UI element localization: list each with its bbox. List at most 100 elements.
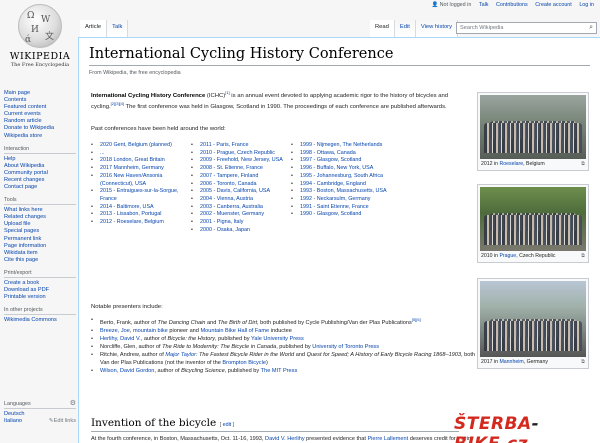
- citation-5-6[interactable]: [5][6]: [412, 317, 421, 322]
- link-roeselare[interactable]: Roeselare: [499, 161, 523, 167]
- list-item: • 1993 - Boston, Massachusetts, USA: [291, 188, 387, 195]
- talk-link[interactable]: Talk: [479, 2, 489, 8]
- search-input[interactable]: Search Wikipedia ⌕: [456, 22, 597, 34]
- link-yale-press[interactable]: Yale University Press: [251, 336, 304, 342]
- enlarge-icon[interactable]: ⧉: [581, 253, 585, 260]
- thumbnail-caption: 2010 in Prague, Czech Republic ⧉: [481, 253, 585, 260]
- list-item: • Wilson, David Gordon, author of Bicycli…: [91, 368, 298, 375]
- languages-panel: Languages ⚙ Deutsch Italiano ✎Edit links: [4, 400, 76, 425]
- sidebar-item-related-changes[interactable]: Related changes: [4, 214, 76, 221]
- thumbnail-2012: 2012 in Roeselare, Belgium ⧉: [477, 92, 589, 171]
- list-item: • Ritchie, Andrew, author of Major Taylor…: [91, 352, 508, 367]
- sidebar-item-help[interactable]: Help: [4, 156, 76, 163]
- sidebar-item-main-page[interactable]: Main page: [4, 90, 76, 97]
- tab-read[interactable]: Read: [370, 20, 395, 37]
- link-mit-press[interactable]: The MIT Press: [261, 368, 298, 374]
- edit-links-link[interactable]: ✎Edit links: [49, 418, 76, 425]
- puzzle-globe-icon: ΩWИ文ά: [18, 4, 62, 48]
- list-item: • 2002 - Muenster, Germany: [191, 211, 265, 218]
- sidebar-item-create-book[interactable]: Create a book: [4, 280, 76, 287]
- sidebar-item-about[interactable]: About Wikipedia: [4, 163, 76, 170]
- notable-presenters-heading: Notable presenters include:: [91, 304, 163, 310]
- sidebar-item-random[interactable]: Random article: [4, 118, 76, 125]
- search-icon[interactable]: ⌕: [589, 24, 593, 32]
- link-david-gordon-wilson[interactable]: Wilson, David Gordon: [100, 368, 154, 374]
- link-lallement[interactable]: Pierre Lallement: [367, 436, 408, 442]
- past-conferences-heading: Past conferences have been held around t…: [91, 126, 226, 132]
- link-herlihy[interactable]: Herlihy, David V.: [100, 336, 141, 342]
- personal-tools: 👤Not logged in Talk Contributions Create…: [426, 2, 594, 8]
- page-title: International Cycling History Conference: [89, 46, 590, 66]
- tab-article[interactable]: Article: [80, 20, 108, 37]
- sidebar-item-what-links[interactable]: What links here: [4, 207, 76, 214]
- tab-view-history[interactable]: View history: [415, 20, 459, 37]
- group-photo-image[interactable]: [480, 187, 586, 251]
- link-herlihy-2[interactable]: David V. Herlihy: [265, 436, 305, 442]
- conference-list-col1: • 2020 Gent, Belgium (planned) •... • 2018…: [91, 142, 181, 227]
- link-brompton[interactable]: Brompton Bicycle: [222, 360, 266, 366]
- sidebar: Main page Contents Featured content Curr…: [4, 90, 76, 324]
- namespace-tabs: Article Talk: [80, 20, 129, 37]
- sidebar-heading-print: Print/export: [4, 269, 76, 278]
- list-item: • 1991 - Saint Etienne, France: [291, 203, 369, 210]
- group-photo-image[interactable]: [480, 281, 586, 357]
- link-toronto-press[interactable]: University of Toronto Press: [312, 344, 379, 350]
- tab-edit[interactable]: Edit: [394, 20, 416, 37]
- list-item: • 2012 - Roeselare, Belgium: [91, 219, 164, 226]
- sidebar-item-permanent-link[interactable]: Permanent link: [4, 236, 76, 243]
- login-link[interactable]: Log in: [579, 2, 594, 8]
- languages-label: Languages: [4, 401, 31, 407]
- link-mountain-bike[interactable]: mountain bike: [133, 328, 168, 334]
- thumbnail-caption: 2012 in Roeselare, Belgium ⧉: [481, 161, 585, 168]
- enlarge-icon[interactable]: ⧉: [581, 359, 585, 366]
- sidebar-item-cite[interactable]: Cite this page: [4, 257, 76, 264]
- contributions-link[interactable]: Contributions: [496, 2, 528, 8]
- sidebar-item-featured[interactable]: Featured content: [4, 104, 76, 111]
- logo-subtitle: The Free Encyclopedia: [10, 62, 70, 68]
- sidebar-item-store[interactable]: Wikipedia store: [4, 133, 76, 140]
- link-prague[interactable]: Prague: [499, 253, 516, 259]
- article-content: International Cycling History Conference…: [78, 37, 600, 443]
- list-item: • 2008 - St. Etienne, France: [191, 165, 263, 172]
- list-item: • 1997 - Glasgow, Scotland: [291, 157, 362, 164]
- tab-talk[interactable]: Talk: [107, 20, 129, 37]
- lead-paragraph: International Cycling History Conference…: [91, 90, 449, 111]
- citation-2-4[interactable]: [2][3][4]: [111, 101, 124, 106]
- enlarge-icon[interactable]: ⧉: [581, 161, 585, 168]
- section-edit-link[interactable]: [ edit ]: [220, 422, 235, 428]
- thumbnail-caption: 2017 in Mannheim, Germany ⧉: [481, 359, 585, 366]
- sidebar-item-contact[interactable]: Contact page: [4, 184, 76, 191]
- sidebar-item-special-pages[interactable]: Special pages: [4, 228, 76, 235]
- list-item: • 2014 - Baltimore, USA: [91, 203, 154, 210]
- wikipedia-logo[interactable]: ΩWИ文ά WIKIPEDIA The Free Encyclopedia: [4, 4, 76, 68]
- watermark-logo: ŠTERBA-BIKE.cz: [454, 414, 540, 443]
- sidebar-item-contents[interactable]: Contents: [4, 97, 76, 104]
- link-mannheim[interactable]: Mannheim: [499, 359, 523, 365]
- sidebar-item-download-pdf[interactable]: Download as PDF: [4, 287, 76, 294]
- list-item: • 2016 New Haven/Ansonia (Connecticut), U…: [91, 172, 163, 187]
- sidebar-item-commons[interactable]: Wikimedia Commons: [4, 317, 76, 324]
- sidebar-item-recent-changes[interactable]: Recent changes: [4, 177, 76, 184]
- sidebar-item-upload[interactable]: Upload file: [4, 221, 76, 228]
- sidebar-item-printable[interactable]: Printable version: [4, 294, 76, 301]
- sidebar-item-wikidata[interactable]: Wikidata item: [4, 250, 76, 257]
- list-item: • 2000 - Osaka, Japan: [191, 226, 251, 233]
- user-icon: 👤: [431, 2, 439, 8]
- search-placeholder: Search Wikipedia: [460, 25, 504, 31]
- link-joe-breeze[interactable]: Breeze, Joe: [100, 328, 130, 334]
- gear-icon[interactable]: ⚙: [70, 400, 76, 408]
- list-item: • 2011 - Paris, France: [191, 142, 249, 148]
- sidebar-item-donate[interactable]: Donate to Wikipedia: [4, 125, 76, 132]
- sidebar-item-current-events[interactable]: Current events: [4, 111, 76, 118]
- sidebar-item-community[interactable]: Community portal: [4, 170, 76, 177]
- group-photo-image[interactable]: [480, 95, 586, 159]
- create-account-link[interactable]: Create account: [535, 2, 572, 8]
- link-hall-of-fame[interactable]: Mountain Bike Hall of Fame: [200, 328, 269, 334]
- thumbnail-2010: 2010 in Prague, Czech Republic ⧉: [477, 184, 589, 263]
- list-item: • Breeze, Joe, mountain bike pioneer and …: [91, 327, 292, 334]
- sidebar-heading-interaction: Interaction: [4, 145, 76, 154]
- sidebar-item-page-info[interactable]: Page information: [4, 243, 76, 250]
- list-item: • 1998 - Ottawa, Canada: [291, 149, 356, 156]
- link-major-taylor[interactable]: Major Taylor: [165, 352, 196, 358]
- language-link-italiano[interactable]: Italiano: [4, 418, 22, 425]
